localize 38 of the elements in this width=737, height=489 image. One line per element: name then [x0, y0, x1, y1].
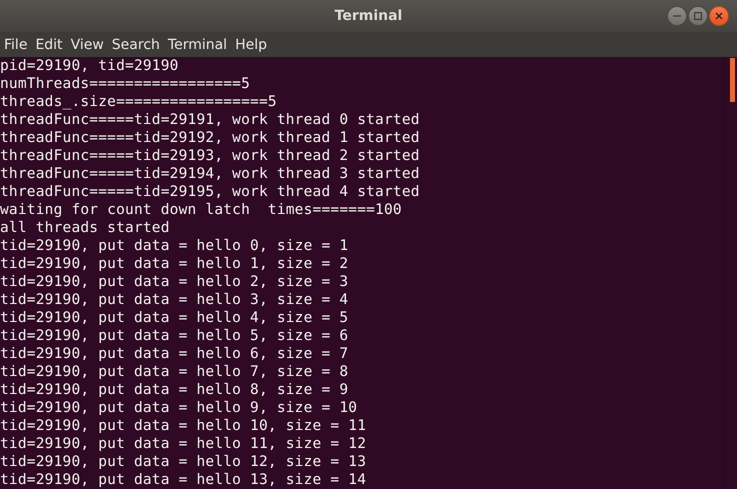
menu-item[interactable]: Help: [235, 36, 271, 52]
output-line: waiting for count down latch times=======100: [0, 201, 403, 219]
menu-item[interactable]: View: [70, 36, 108, 52]
menu-item[interactable]: Search: [112, 36, 164, 52]
output-line: tid=29190, put data = hello 4, size = 5: [0, 309, 350, 327]
output-line: threadFunc=====tid=29192, work thread 1 started: [0, 129, 421, 147]
output-line: tid=29190, put data = hello 0, size = 1: [0, 237, 350, 255]
maximize-button[interactable]: [688, 6, 708, 26]
output-line: tid=29190, put data = hello 10, size = 11: [0, 417, 368, 435]
output-line: all threads started: [0, 219, 171, 237]
minimize-button[interactable]: [667, 6, 687, 26]
output-line: tid=29190, put data = hello 6, size = 7: [0, 345, 350, 363]
output-line: tid=29190, put data = hello 8, size = 9: [0, 381, 350, 399]
menu-item[interactable]: Edit: [35, 36, 67, 52]
window-title: Terminal: [334, 8, 402, 24]
close-button[interactable]: [709, 6, 729, 26]
menu-item[interactable]: Terminal: [168, 36, 232, 52]
maximize-icon: [694, 12, 702, 20]
output-line: threadFunc=====tid=29195, work thread 4 started: [0, 183, 421, 201]
close-icon: [715, 12, 723, 20]
output-line: tid=29190, put data = hello 7, size = 8: [0, 363, 350, 381]
output-line: threadFunc=====tid=29193, work thread 2 started: [0, 147, 421, 165]
output-line: numThreads=================5: [0, 75, 252, 93]
output-line: tid=29190, put data = hello 11, size = 12: [0, 435, 368, 453]
output-line: threadFunc=====tid=29191, work thread 0 started: [0, 111, 421, 129]
scrollbar[interactable]: [724, 57, 737, 489]
output-line: tid=29190, put data = hello 3, size = 4: [0, 291, 350, 309]
output-line: tid=29190, put data = hello 2, size = 3: [0, 273, 350, 291]
output-line: tid=29190, put data = hello 13, size = 14: [0, 471, 368, 489]
output-line: threadFunc=====tid=29194, work thread 3 started: [0, 165, 421, 183]
output-line: tid=29190, put data = hello 1, size = 2: [0, 255, 350, 273]
output-line: tid=29190, put data = hello 12, size = 13: [0, 453, 368, 471]
menu-item[interactable]: File: [4, 36, 32, 52]
scrollbar-thumb[interactable]: [730, 58, 735, 102]
output-line: tid=29190, put data = hello 9, size = 10: [0, 399, 358, 417]
output-line: pid=29190, tid=29190: [0, 57, 180, 75]
output-line: tid=29190, put data = hello 5, size = 6: [0, 327, 350, 345]
output-line: threads_.size=================5: [0, 93, 278, 111]
